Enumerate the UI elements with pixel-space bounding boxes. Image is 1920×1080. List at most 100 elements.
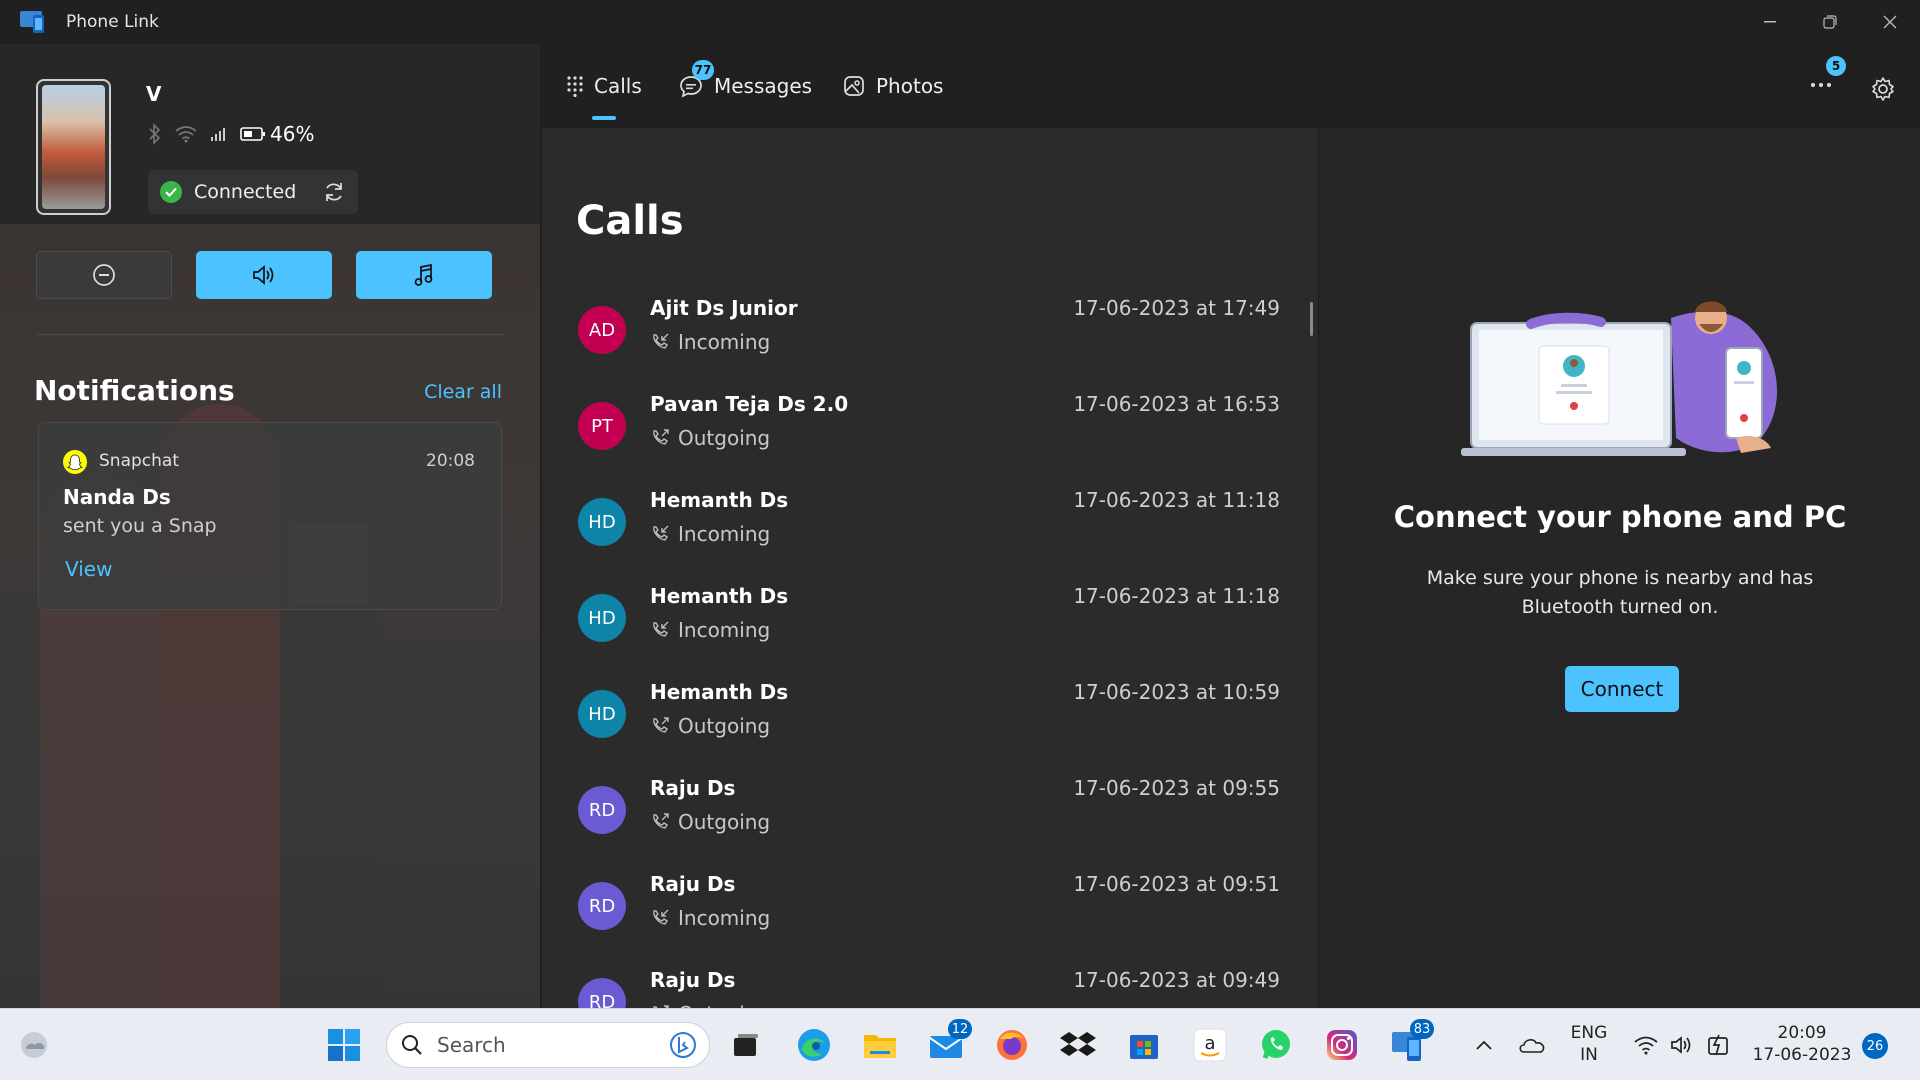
clear-all-link[interactable]: Clear all — [424, 381, 502, 403]
contact-avatar: HD — [578, 594, 626, 642]
notification-center-badge[interactable]: 26 — [1862, 1033, 1888, 1059]
call-direction-label: Incoming — [678, 618, 771, 642]
onedrive-cloud-icon[interactable] — [1512, 1025, 1552, 1065]
call-direction: Outgoing — [650, 426, 770, 450]
incoming-call-icon — [650, 908, 670, 928]
firefox-icon[interactable] — [992, 1025, 1032, 1065]
bing-icon[interactable] — [669, 1031, 697, 1059]
media-player-button[interactable] — [356, 251, 492, 299]
sync-icon[interactable] — [322, 180, 346, 204]
connection-status-text: Connected — [194, 181, 297, 203]
outgoing-call-icon — [650, 428, 670, 448]
divider — [36, 334, 504, 335]
wifi-icon — [174, 125, 198, 143]
gear-icon — [1870, 76, 1896, 102]
signal-icon — [210, 126, 228, 142]
tab-calls[interactable]: Calls — [566, 74, 642, 98]
contact-name: Raju Ds — [650, 872, 736, 896]
photos-icon — [842, 74, 866, 98]
more-dots-icon — [1810, 82, 1832, 88]
file-explorer-icon[interactable] — [860, 1025, 900, 1065]
phone-link-taskbar-icon[interactable]: 83 — [1388, 1019, 1434, 1065]
mail-icon[interactable]: 12 — [926, 1019, 972, 1065]
taskbar-search-box[interactable]: Search — [386, 1022, 710, 1068]
input-language[interactable]: ENG IN — [1564, 1022, 1614, 1066]
call-datetime: 17-06-2023 at 11:18 — [1073, 488, 1280, 512]
contact-name: Pavan Teja Ds 2.0 — [650, 392, 849, 416]
call-row[interactable]: PT Pavan Teja Ds 2.0 Outgoing 17-06-2023 at… — [542, 380, 1318, 476]
microsoft-store-icon[interactable] — [1124, 1025, 1164, 1065]
notification-view-link[interactable]: View — [65, 557, 112, 581]
language-code: ENG — [1570, 1023, 1608, 1043]
call-direction-label: Incoming — [678, 330, 771, 354]
call-datetime: 17-06-2023 at 09:49 — [1073, 968, 1280, 992]
minimize-button[interactable] — [1740, 0, 1800, 44]
connected-check-icon — [160, 181, 182, 203]
calls-title: Calls — [576, 198, 684, 244]
call-direction: Outgoing — [650, 810, 770, 834]
call-row[interactable]: HD Hemanth Ds Incoming 17-06-2023 at 11:18 — [542, 476, 1318, 572]
tab-messages-label: Messages — [714, 74, 813, 98]
connect-illustration — [1461, 288, 1791, 468]
battery-icon — [240, 126, 266, 142]
amazon-icon[interactable]: a — [1190, 1025, 1230, 1065]
phone-wallpaper-thumbnail[interactable] — [36, 79, 111, 215]
clock[interactable]: 20:09 17-06-2023 — [1742, 1022, 1862, 1066]
battery-indicator: 46% — [240, 122, 314, 146]
call-row[interactable]: HD Hemanth Ds Incoming 17-06-2023 at 11:18 — [542, 572, 1318, 668]
do-not-disturb-button[interactable] — [36, 251, 172, 299]
notification-app-name: Snapchat — [99, 451, 179, 471]
bluetooth-icon — [148, 123, 162, 145]
search-icon — [401, 1034, 423, 1056]
edge-browser-icon[interactable] — [794, 1025, 834, 1065]
connect-title: Connect your phone and PC — [1393, 500, 1847, 534]
call-row[interactable]: HD Hemanth Ds Outgoing 17-06-2023 at 10:59 — [542, 668, 1318, 764]
whatsapp-icon[interactable] — [1256, 1025, 1296, 1065]
call-row[interactable]: RD Raju Ds Outgoing 17-06-2023 at 09:55 — [542, 764, 1318, 860]
call-datetime: 17-06-2023 at 09:51 — [1073, 872, 1280, 896]
volume-icon[interactable] — [1662, 1025, 1702, 1065]
outgoing-call-icon — [650, 716, 670, 736]
windows-start-icon — [327, 1028, 361, 1062]
task-view-icon[interactable] — [726, 1025, 766, 1065]
battery-percent: 46% — [270, 122, 315, 146]
call-row[interactable]: RD Raju Ds Incoming 17-06-2023 at 09:51 — [542, 860, 1318, 956]
call-direction-label: Incoming — [678, 522, 771, 546]
start-button[interactable] — [324, 1025, 364, 1065]
device-panel: V 46% Connected Notifications Clear all … — [0, 44, 540, 1008]
notification-card[interactable]: Snapchat 20:08 Nanda Ds sent you a Snap … — [38, 422, 502, 610]
clock-time: 20:09 — [1777, 1023, 1827, 1043]
battery-charging-icon[interactable] — [1698, 1025, 1738, 1065]
phone-link-badge: 83 — [1410, 1019, 1434, 1039]
device-status-row: 46% — [148, 122, 314, 146]
contact-name: Hemanth Ds — [650, 680, 789, 704]
wallpaper-background — [0, 224, 540, 1008]
call-row[interactable]: AD Ajit Ds Junior Incoming 17-06-2023 at 17… — [542, 284, 1318, 380]
show-hidden-icons-chevron-icon[interactable] — [1464, 1025, 1504, 1065]
network-wifi-icon[interactable] — [1626, 1025, 1666, 1065]
contact-name: Raju Ds — [650, 968, 736, 992]
weather-widget-icon[interactable] — [14, 1025, 54, 1065]
selected-tab-indicator — [592, 116, 616, 120]
call-row[interactable]: RDRaju DsOutgoing17-06-2023 at 09:49 — [542, 956, 1318, 1008]
volume-mode-button[interactable] — [196, 251, 332, 299]
instagram-icon[interactable] — [1322, 1025, 1362, 1065]
title-bar: Phone Link — [0, 0, 1920, 44]
outgoing-call-icon — [650, 812, 670, 832]
close-button[interactable] — [1860, 0, 1920, 44]
calls-panel: Calls AD Ajit Ds Junior Incoming 17-06-2023… — [542, 128, 1318, 1008]
tab-messages[interactable]: Messages 77 — [678, 60, 813, 98]
tab-calls-label: Calls — [594, 74, 642, 98]
connect-description: Make sure your phone is nearby and has B… — [1426, 567, 1814, 618]
restore-button[interactable] — [1800, 0, 1860, 44]
tab-photos[interactable]: Photos — [842, 74, 943, 98]
dialpad-icon — [566, 75, 584, 97]
more-options-button[interactable]: 5 — [1810, 56, 1846, 88]
snapchat-icon — [63, 450, 87, 474]
settings-button[interactable] — [1870, 76, 1896, 102]
connect-button[interactable]: Connect — [1565, 666, 1679, 712]
call-direction-label: Outgoing — [678, 714, 771, 738]
dropbox-icon[interactable] — [1058, 1025, 1098, 1065]
call-direction-label: Incoming — [678, 906, 771, 930]
call-direction: Incoming — [650, 330, 770, 354]
